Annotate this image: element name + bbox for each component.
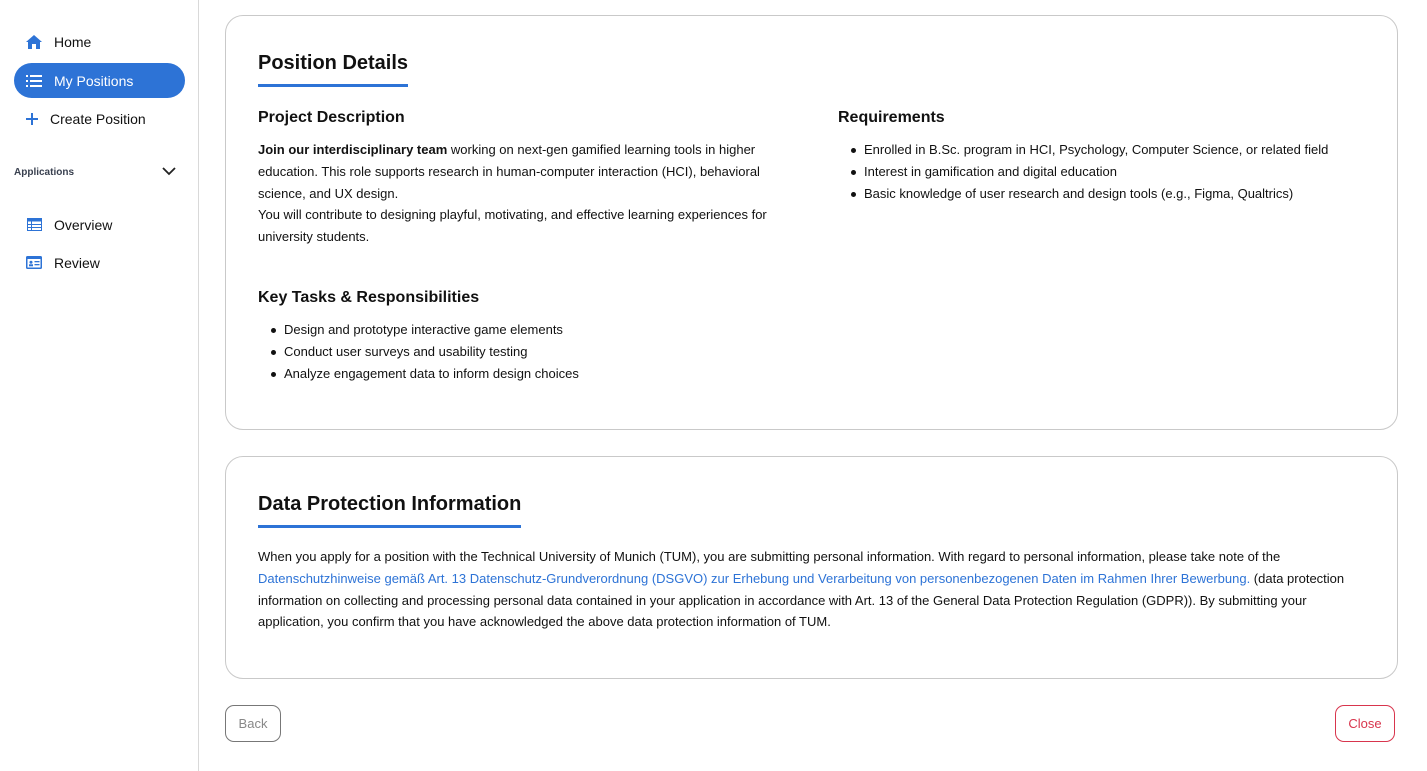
nav-item-my-positions[interactable]: My Positions: [14, 63, 185, 98]
list-item: Conduct user surveys and usability testi…: [258, 341, 798, 363]
requirements-list: Enrolled in B.Sc. program in HCI, Psycho…: [838, 139, 1378, 204]
position-details-card: Position Details Project Description Joi…: [225, 15, 1398, 430]
data-protection-text: When you apply for a position with the T…: [258, 549, 1345, 630]
back-button[interactable]: Back: [225, 705, 281, 742]
home-icon: [24, 32, 44, 52]
title-underline: [258, 84, 409, 87]
nav-item-label: Home: [54, 33, 92, 50]
project-description-heading: Project Description: [258, 109, 405, 126]
nav-item-review[interactable]: Review: [14, 245, 185, 280]
project-description-text: Join our interdisciplinary team working …: [258, 142, 767, 245]
data-protection-title: Data Protection Information: [258, 493, 522, 528]
applications-section-toggle[interactable]: Applications: [14, 162, 176, 182]
data-protection-link[interactable]: Datenschutzhinweise gemäß Art. 13 Datens…: [258, 571, 1250, 586]
requirements-heading: Requirements: [838, 109, 945, 126]
key-tasks-list: Design and prototype interactive game el…: [258, 319, 798, 384]
list-item: Basic knowledge of user research and des…: [838, 183, 1378, 205]
position-details-title: Position Details: [258, 52, 409, 87]
sidebar: Home My Positions Create Position Applic…: [0, 0, 199, 771]
id-card-icon: [24, 253, 44, 273]
close-button[interactable]: Close: [1335, 705, 1395, 742]
nav-item-home[interactable]: Home: [14, 24, 185, 59]
list-item: Enrolled in B.Sc. program in HCI, Psycho…: [838, 139, 1378, 161]
plus-icon: [22, 109, 42, 129]
list-item: Analyze engagement data to inform design…: [258, 363, 798, 385]
table-icon: [24, 215, 44, 235]
nav-item-label: My Positions: [54, 72, 134, 89]
list-icon: [24, 71, 44, 91]
list-item: Interest in gamification and digital edu…: [838, 161, 1378, 183]
section-label: Applications: [14, 166, 75, 178]
list-item: Design and prototype interactive game el…: [258, 319, 798, 341]
nav-item-label: Create Position: [50, 110, 146, 127]
nav-item-create-position[interactable]: Create Position: [14, 101, 185, 136]
nav-item-label: Overview: [54, 216, 113, 233]
data-protection-card: Data Protection Information When you app…: [225, 456, 1398, 679]
chevron-down-icon: [162, 163, 176, 181]
title-underline: [258, 525, 522, 528]
nav-item-overview[interactable]: Overview: [14, 207, 185, 242]
nav-item-label: Review: [54, 254, 100, 271]
key-tasks-heading: Key Tasks & Responsibilities: [258, 289, 480, 306]
